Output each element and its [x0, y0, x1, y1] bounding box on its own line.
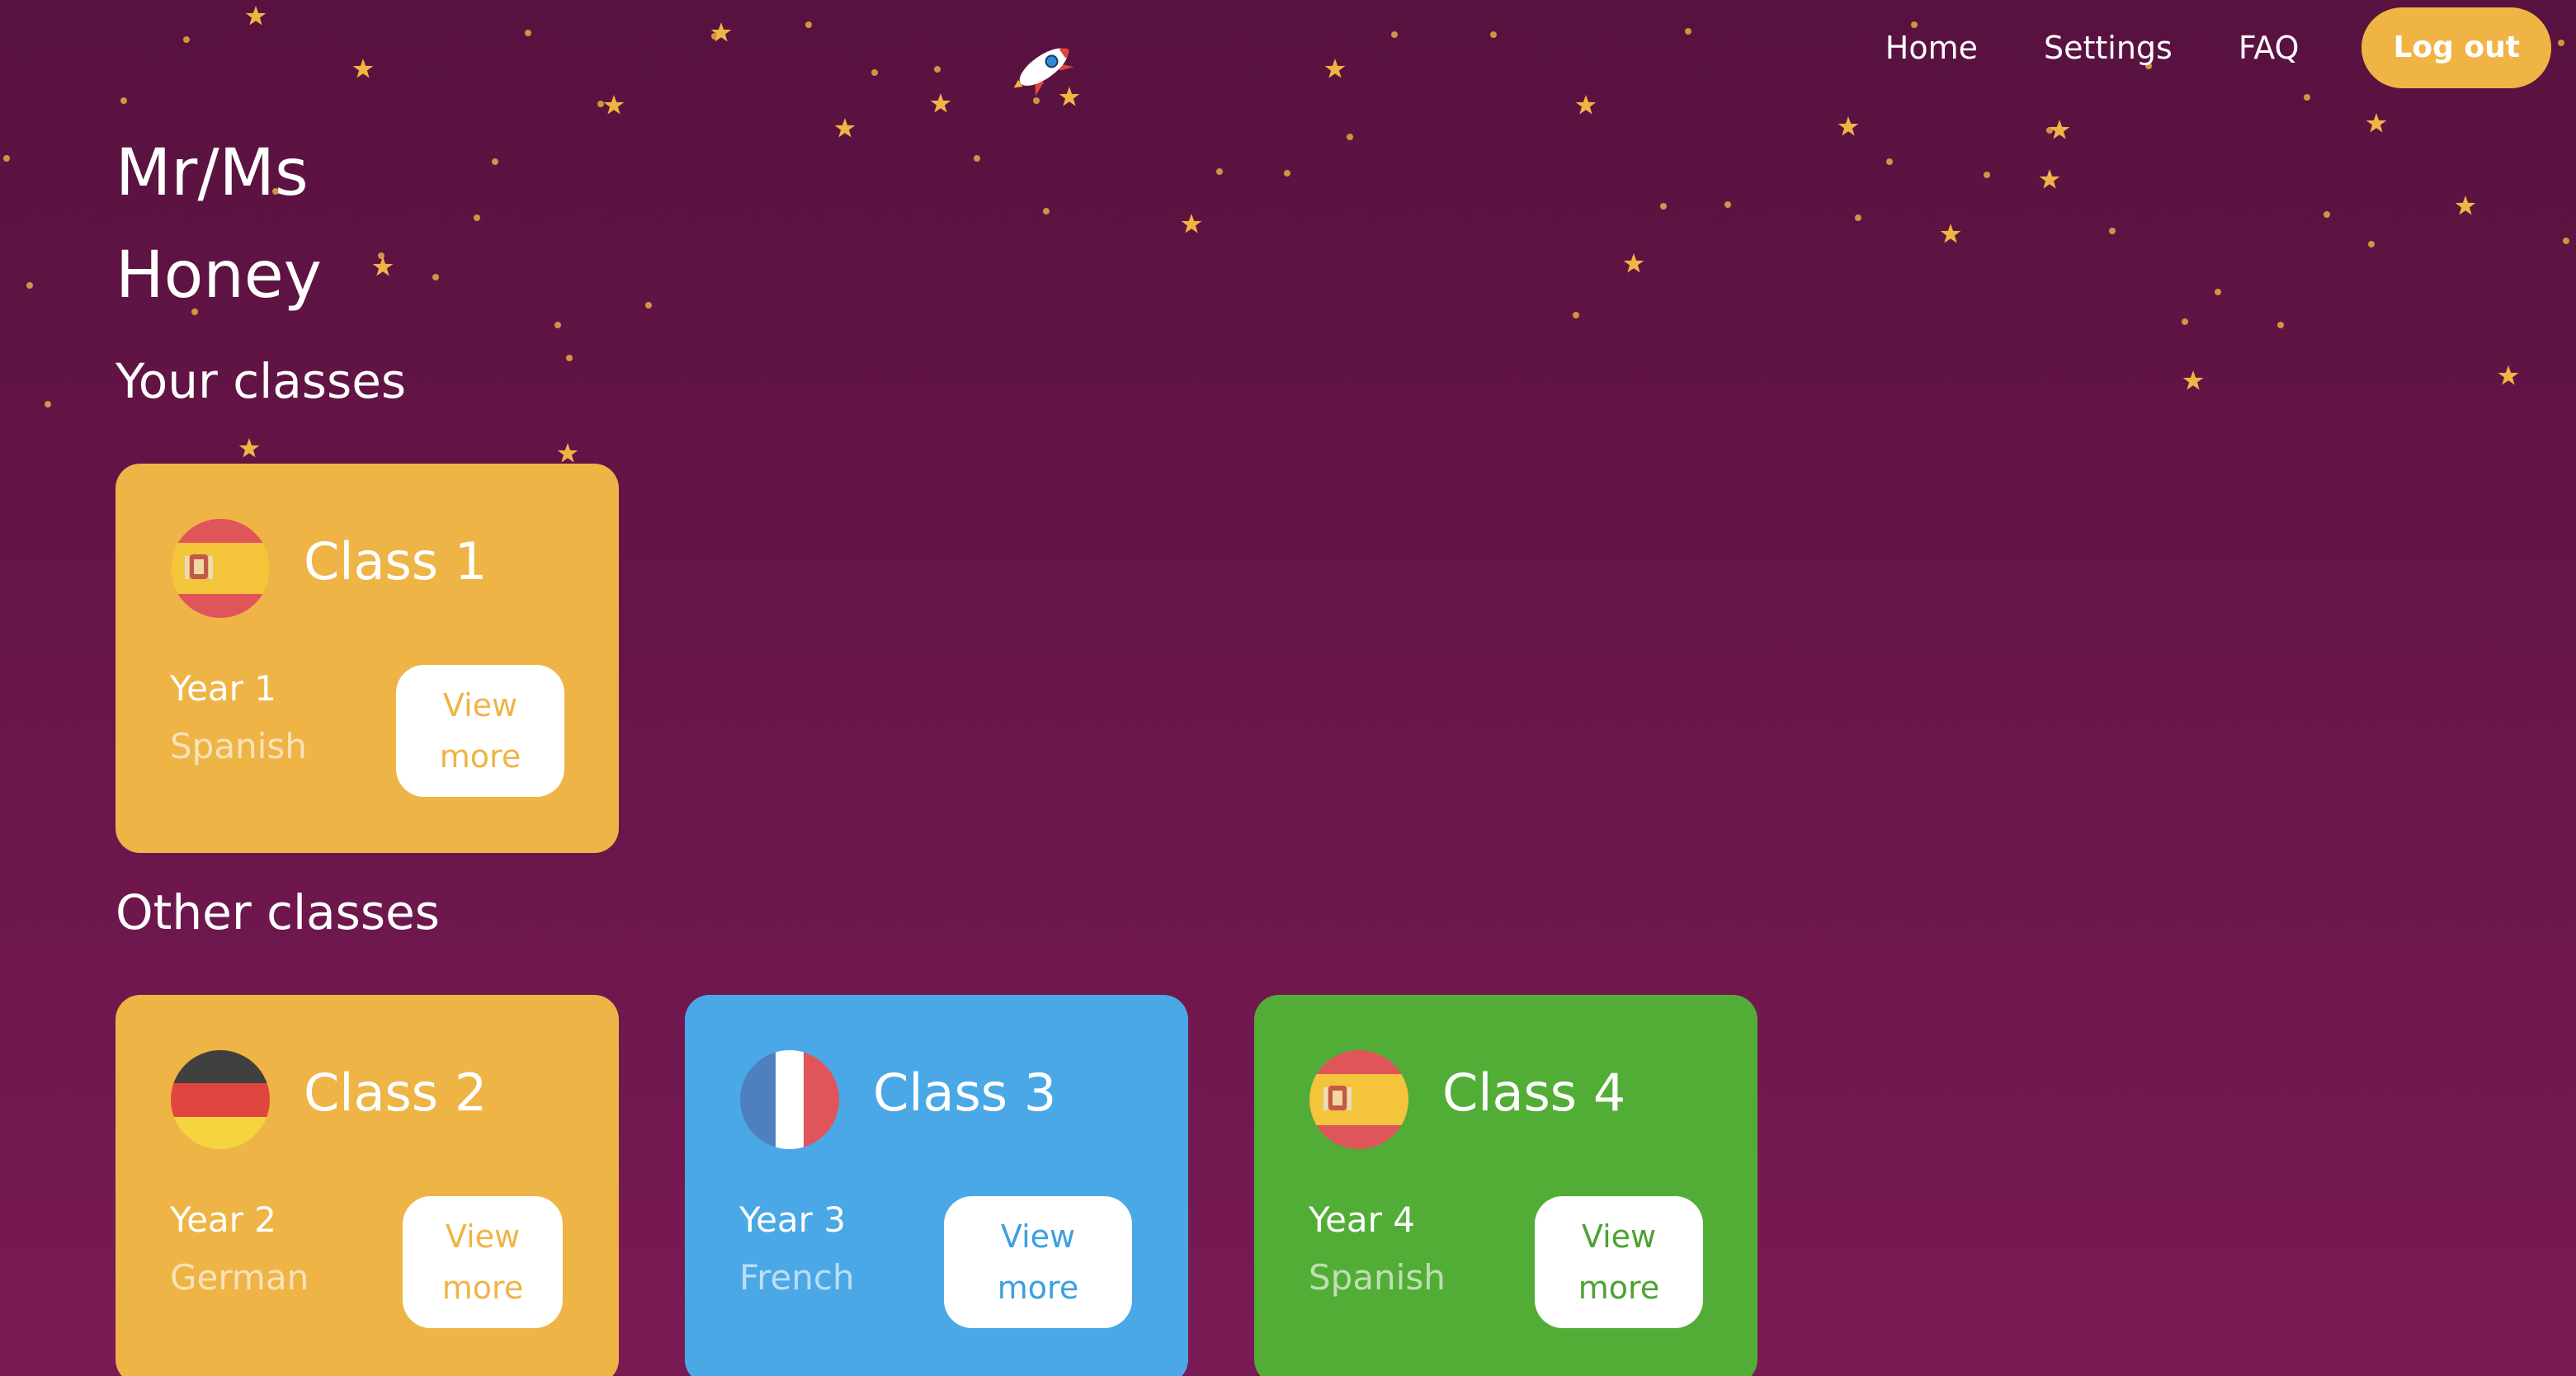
nav-faq-link[interactable]: FAQ	[2239, 30, 2300, 66]
class-year: Year 3	[739, 1199, 846, 1240]
class-language: Spanish	[170, 726, 307, 766]
view-more-label-line1: View	[445, 1218, 521, 1255]
view-more-button[interactable]: View more	[403, 1196, 563, 1328]
view-more-label-line2: more	[439, 738, 521, 775]
class-card-1: Class 1 Year 1 Spanish View more	[116, 464, 619, 853]
view-more-label-line2: more	[1578, 1270, 1660, 1306]
class-name: Class 4	[1442, 1063, 1626, 1123]
class-language: Spanish	[1309, 1257, 1446, 1298]
view-more-label-line1: View	[442, 687, 518, 723]
view-more-button[interactable]: View more	[1535, 1196, 1703, 1328]
view-more-label-line2: more	[441, 1270, 524, 1306]
nav-settings-link[interactable]: Settings	[2044, 30, 2173, 66]
view-more-label-line1: View	[1581, 1218, 1657, 1255]
teacher-name: Mr/Ms Honey	[116, 122, 322, 327]
rocket-icon[interactable]	[1005, 28, 1087, 102]
nav-home-link[interactable]: Home	[1885, 30, 1978, 66]
spain-flag-icon	[171, 519, 270, 618]
view-more-label-line2: more	[997, 1270, 1079, 1306]
spain-flag-icon	[1309, 1050, 1408, 1149]
your-classes-heading: Your classes	[116, 353, 407, 409]
class-language: German	[170, 1257, 309, 1298]
other-classes-heading: Other classes	[116, 884, 441, 940]
class-name: Class 3	[873, 1063, 1057, 1123]
view-more-label-line1: View	[1000, 1218, 1076, 1255]
germany-flag-icon	[171, 1050, 270, 1149]
teacher-name-line2: Honey	[116, 238, 322, 313]
class-year: Year 1	[170, 668, 276, 709]
logout-button[interactable]: Log out	[2361, 7, 2551, 88]
view-more-button[interactable]: View more	[944, 1196, 1132, 1328]
class-card-2: Class 2 Year 2 German View more	[116, 995, 619, 1376]
france-flag-icon	[740, 1050, 839, 1149]
class-name: Class 2	[304, 1063, 488, 1123]
class-language: French	[739, 1257, 855, 1298]
class-card-3: Class 3 Year 3 French View more	[685, 995, 1188, 1376]
class-card-4: Class 4 Year 4 Spanish View more	[1254, 995, 1757, 1376]
class-year: Year 2	[170, 1199, 276, 1240]
class-year: Year 4	[1309, 1199, 1415, 1240]
teacher-name-line1: Mr/Ms	[116, 136, 309, 210]
class-name: Class 1	[304, 531, 488, 591]
view-more-button[interactable]: View more	[396, 665, 564, 797]
top-navigation: Home Settings FAQ Log out	[1885, 7, 2551, 89]
